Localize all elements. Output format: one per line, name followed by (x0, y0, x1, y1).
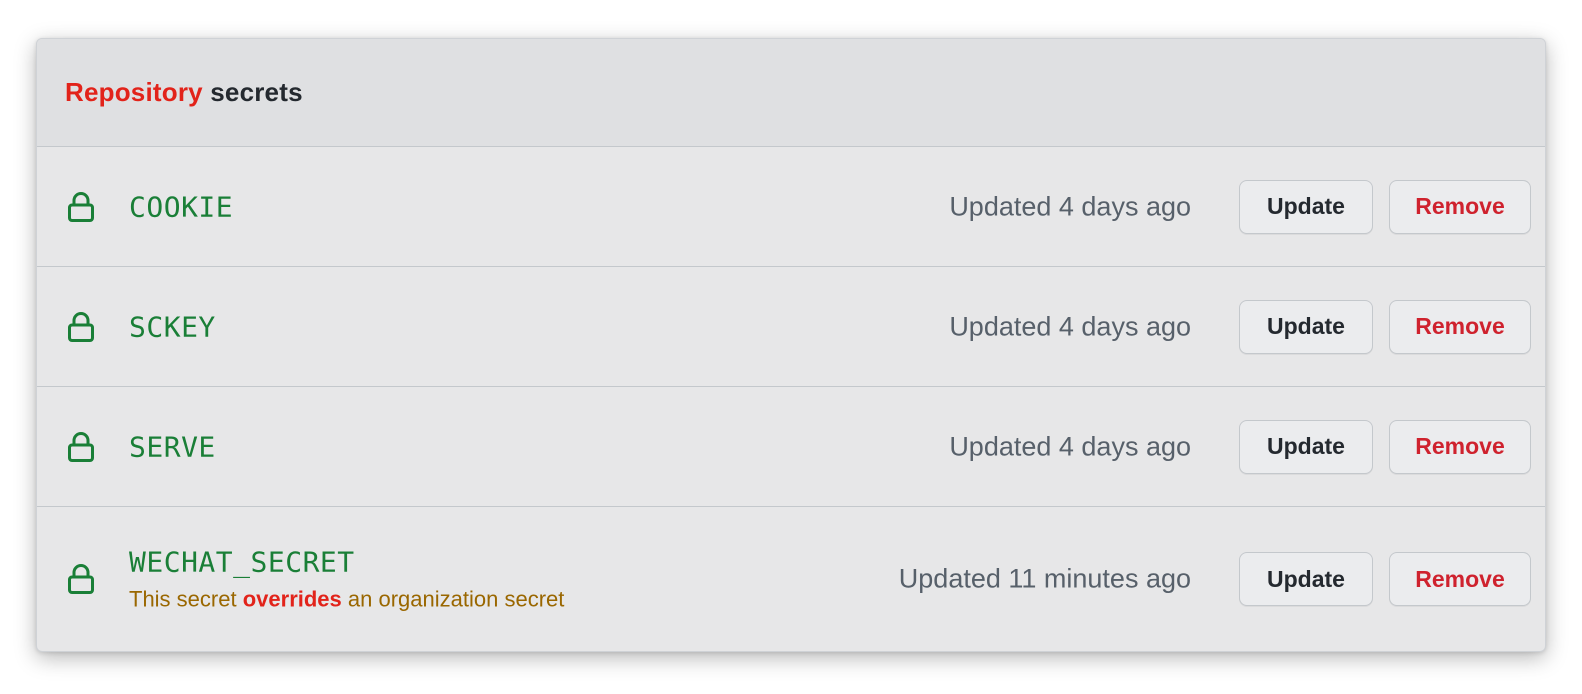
note-after: an organization secret (347, 586, 565, 612)
secret-row: COOKIE Updated 4 days ago Update Remove (37, 147, 1545, 267)
updated-timestamp: Updated 4 days ago (949, 311, 1191, 341)
note-before: This secret (129, 586, 237, 612)
remove-button[interactable]: Remove (1389, 179, 1531, 234)
remove-button[interactable]: Remove (1389, 419, 1531, 474)
secret-info: SERVE (129, 430, 216, 463)
secret-row: SCKEY Updated 4 days ago Update Remove (37, 267, 1545, 387)
update-button[interactable]: Update (1239, 179, 1373, 234)
lock-icon (68, 311, 94, 342)
lock-icon (68, 191, 94, 222)
secret-info: SCKEY (129, 310, 216, 343)
secret-row: WECHAT_SECRET This secret overrides an o… (37, 507, 1545, 651)
title-accent: Repository (65, 77, 203, 107)
secret-info: WECHAT_SECRET This secret overrides an o… (129, 546, 564, 613)
note-accent: overrides (242, 586, 342, 612)
remove-button[interactable]: Remove (1389, 552, 1531, 606)
update-button[interactable]: Update (1239, 552, 1373, 606)
update-button[interactable]: Update (1239, 419, 1373, 474)
updated-timestamp: Updated 11 minutes ago (898, 563, 1191, 594)
panel-title: Repository secrets (65, 77, 303, 108)
secret-row: SERVE Updated 4 days ago Update Remove (37, 387, 1545, 507)
secret-name: SCKEY (129, 310, 216, 343)
secret-info: COOKIE (129, 190, 233, 223)
lock-icon (68, 431, 94, 462)
lock-icon (68, 564, 94, 594)
secret-name: SERVE (129, 430, 216, 463)
panel-header: Repository secrets (37, 39, 1545, 147)
secret-name: WECHAT_SECRET (129, 545, 355, 579)
update-button[interactable]: Update (1239, 299, 1373, 354)
updated-timestamp: Updated 4 days ago (949, 431, 1191, 461)
secrets-panel: Repository secrets COOKIE Updated 4 days… (36, 38, 1546, 652)
override-note: This secret overrides an organization se… (129, 587, 564, 613)
title-rest: secrets (210, 77, 303, 107)
secret-name: COOKIE (129, 190, 234, 223)
remove-button[interactable]: Remove (1389, 299, 1531, 354)
updated-timestamp: Updated 4 days ago (949, 191, 1191, 221)
